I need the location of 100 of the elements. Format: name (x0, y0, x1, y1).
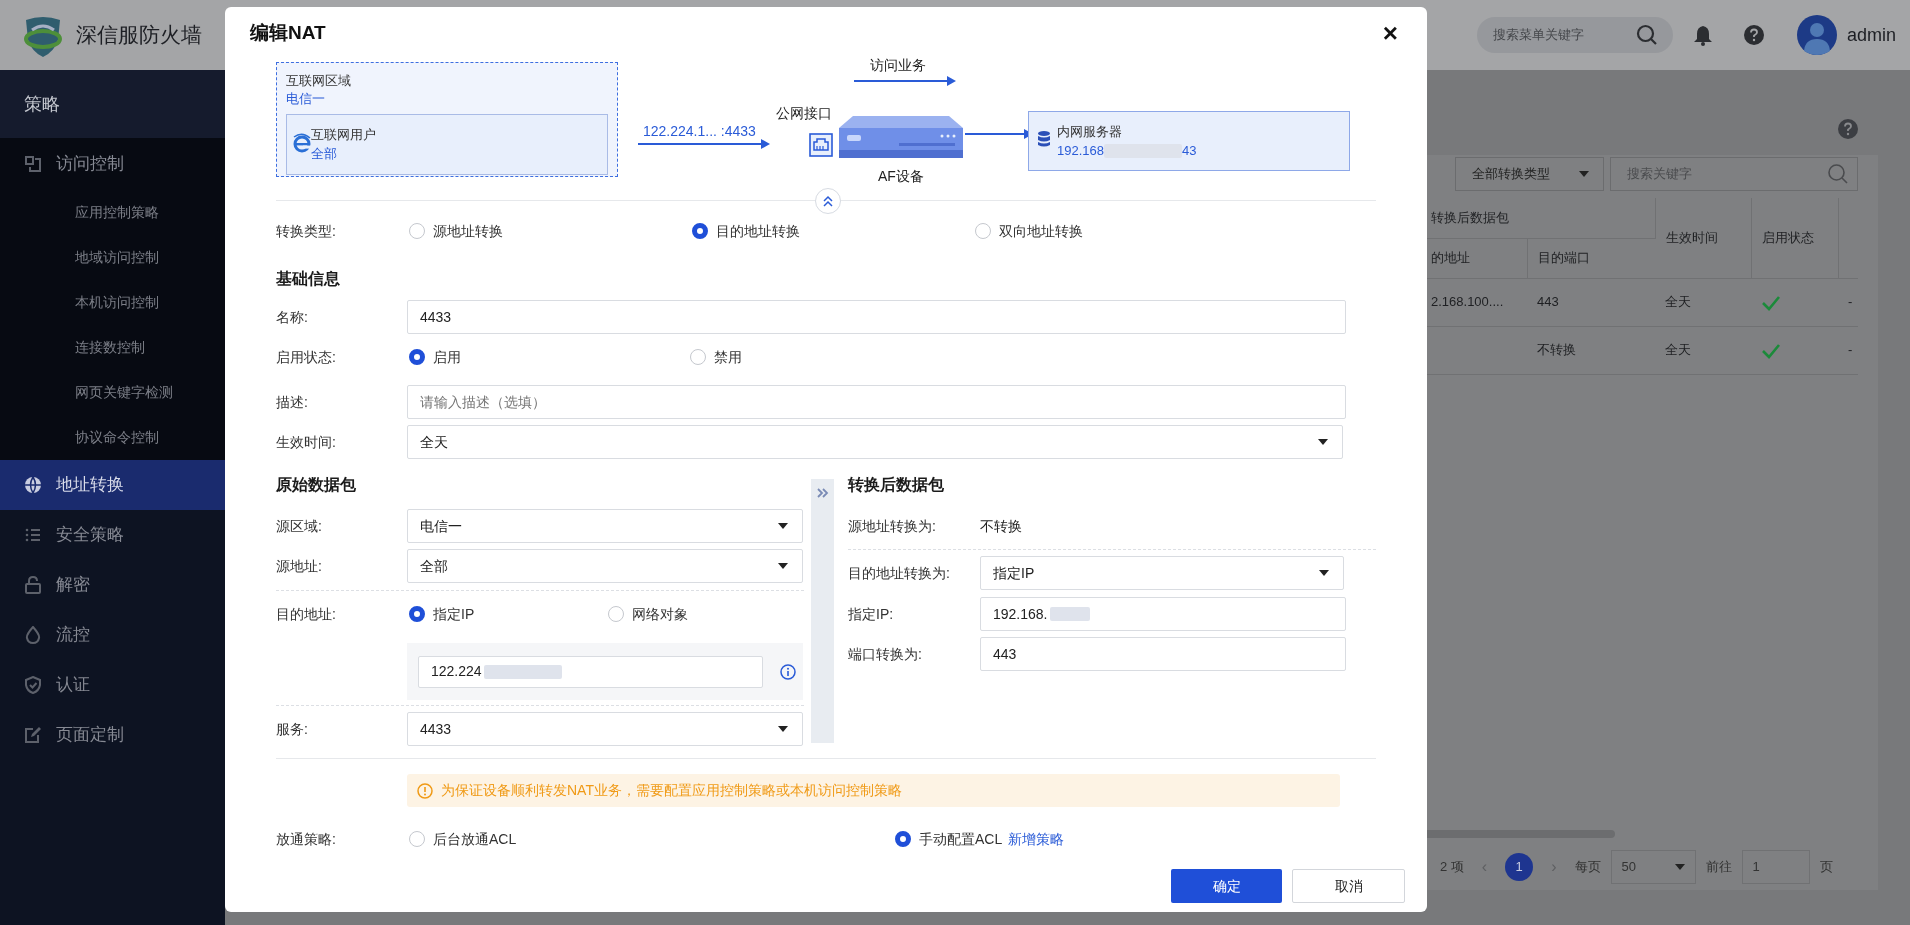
globe-icon (24, 476, 42, 494)
sidebar-subitem[interactable]: 应用控制策略 (0, 190, 225, 235)
input-field[interactable]: 4433 (407, 300, 1346, 334)
dropdown[interactable]: 全天 (407, 425, 1343, 459)
sidebar-item[interactable]: 访问控制 (0, 138, 225, 190)
field-label: 启用状态: (276, 347, 337, 367)
radio-option[interactable]: 手动配置ACL (895, 828, 1003, 850)
help-icon[interactable] (1838, 119, 1858, 139)
sidebar-subitem[interactable]: 协议命令控制 (0, 415, 225, 460)
radio-option[interactable]: 禁用 (690, 346, 969, 368)
sidebar-item[interactable]: 流控 (0, 610, 225, 660)
ip-address: 192.168 (1057, 142, 1104, 160)
dialog-title: 编辑NAT (250, 20, 326, 45)
dropdown[interactable]: 电信一 (407, 509, 803, 543)
caret-icon (1319, 570, 1329, 576)
source-address: 122.224.1... :4433 (643, 122, 756, 141)
radio-option[interactable]: 后台放通ACL (409, 828, 893, 850)
caret-icon (1318, 439, 1328, 445)
search-icon (1635, 24, 1658, 46)
field-label: 目的地址转换为: (848, 563, 951, 583)
warning-icon (417, 782, 433, 799)
table-cell: 不转换 (1527, 326, 1655, 374)
table-cell: - (1838, 326, 1858, 374)
sidebar-subitem[interactable]: 连接数控制 (0, 325, 225, 370)
ip-address: 43 (1182, 142, 1197, 160)
lock-icon (24, 576, 42, 594)
search-icon (1827, 163, 1849, 185)
page-suffix: 页 (1819, 858, 1833, 877)
type-dropdown[interactable]: 全部转换类型 (1455, 157, 1604, 191)
sidebar-item[interactable]: 页面定制 (0, 710, 225, 760)
sidebar-item[interactable]: 解密 (0, 560, 225, 610)
notification-icon[interactable] (1692, 24, 1713, 46)
search-input[interactable]: 搜索菜单关键字 (1490, 24, 1636, 46)
column-header: 生效时间 (1655, 198, 1751, 278)
double-chevron-icon (816, 487, 829, 499)
section-heading: 原始数据包 (276, 475, 357, 495)
server-label: 内网服务器 (1057, 123, 1122, 141)
caret-icon (778, 563, 788, 569)
dropdown[interactable]: 全部 (407, 549, 803, 583)
sidebar-subitem[interactable]: 网页关键字检测 (0, 370, 225, 415)
caret-icon (778, 523, 788, 529)
device-label: AF设备 (878, 167, 924, 186)
total-count: 2 项 (1440, 858, 1464, 877)
dropdown[interactable]: 指定IP (980, 556, 1344, 590)
input-field[interactable]: 请输入描述（选填） (407, 385, 1346, 419)
field-label: 描述: (276, 392, 309, 412)
user-avatar-icon[interactable] (1796, 15, 1837, 55)
network-port-icon (809, 133, 833, 157)
edit-icon (24, 726, 42, 744)
search-field[interactable]: 搜索菜单关键字 (1476, 17, 1673, 53)
drop-icon (24, 626, 42, 644)
radio-option[interactable]: 指定IP (409, 603, 606, 625)
help-icon[interactable] (1743, 25, 1764, 45)
collapse-button[interactable] (815, 188, 841, 214)
chevron-up-icon (822, 195, 834, 207)
radio-option[interactable]: 源地址转换 (409, 220, 690, 242)
field-label: 指定IP: (848, 604, 895, 624)
goto-label: 前往 (1705, 858, 1732, 877)
section-heading: 转换后数据包 (848, 475, 945, 495)
input-field[interactable]: 122.224 (418, 655, 763, 688)
column-header: 启用状态 (1751, 198, 1838, 278)
redaction-mask (1049, 607, 1090, 621)
brand-name: 深信服防火墙 (76, 22, 202, 49)
table-cell: 全天 (1655, 326, 1751, 374)
input-field[interactable]: 443 (980, 637, 1346, 671)
radio-option[interactable]: 双向地址转换 (975, 220, 1256, 242)
section-heading: 基础信息 (276, 269, 341, 289)
sidebar-item[interactable]: 地址转换 (0, 460, 225, 510)
dropdown[interactable]: 4433 (407, 712, 803, 746)
table-cell: 全天 (1655, 278, 1751, 326)
radio-option[interactable]: 启用 (409, 346, 688, 368)
confirm-button[interactable]: 确定 (1171, 869, 1282, 903)
sidebar-section-title: 策略 (0, 70, 225, 138)
sidebar-item[interactable]: 安全策略 (0, 510, 225, 560)
sidebar-item[interactable]: 认证 (0, 660, 225, 710)
database-icon (1037, 130, 1051, 148)
caret-icon (1674, 864, 1685, 870)
interface-label: 公网接口 (776, 104, 832, 123)
caret-icon (778, 726, 788, 732)
field-label: 源地址转换为: (848, 516, 937, 536)
list-icon (24, 526, 42, 544)
sidebar-subitem[interactable]: 地域访问控制 (0, 235, 225, 280)
sidebar-subitem[interactable]: 本机访问控制 (0, 280, 225, 325)
add-policy-link[interactable]: 新增策略 (1008, 828, 1065, 850)
caret-icon (1579, 171, 1589, 177)
info-icon[interactable] (780, 663, 796, 680)
shield-icon (24, 676, 42, 694)
nodes-icon (24, 155, 42, 173)
field-label: 端口转换为: (848, 644, 923, 664)
radio-option[interactable]: 网络对象 (607, 603, 804, 625)
close-button[interactable]: × (1378, 20, 1402, 46)
table-cell: 443 (1527, 278, 1655, 326)
service-label: 访问业务 (870, 56, 926, 75)
page-number-button[interactable]: 1 (1505, 853, 1534, 881)
column-header: 目的端口 (1527, 238, 1655, 278)
input-field[interactable]: 192.168. (980, 597, 1346, 631)
radio-option[interactable]: 目的地址转换 (692, 220, 973, 242)
field-label: 转换类型: (276, 221, 337, 241)
cancel-button[interactable]: 取消 (1292, 869, 1405, 903)
field-label: 放通策略: (276, 829, 337, 849)
